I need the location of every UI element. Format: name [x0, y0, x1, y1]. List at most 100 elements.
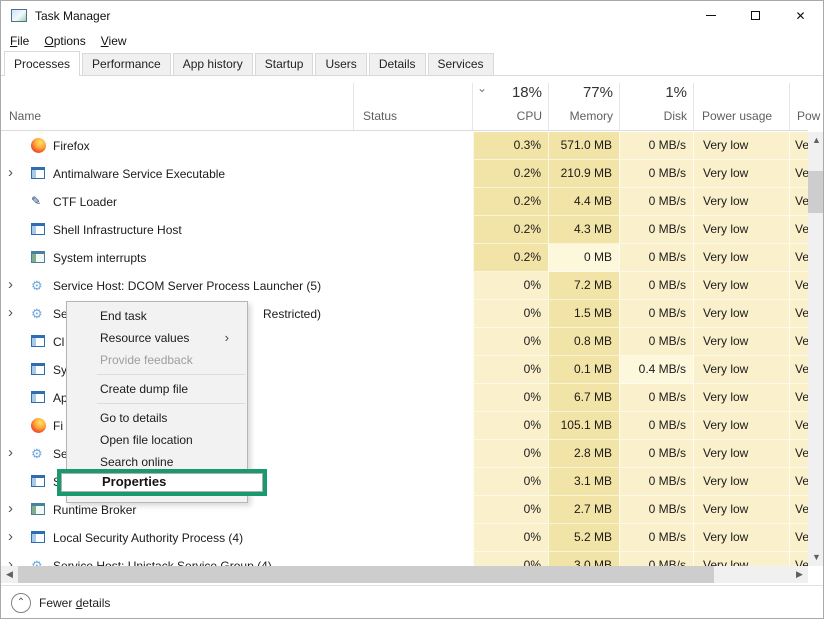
power-usage-cell: Very low	[693, 300, 789, 328]
disk-cell: 0 MB/s	[619, 132, 693, 160]
horizontal-scrollbar-thumb[interactable]	[18, 566, 714, 583]
menu-item-open-file-location[interactable]: Open file location	[67, 429, 247, 451]
maximize-icon	[751, 11, 760, 20]
process-name: Local Security Authority Process (4)	[53, 524, 243, 552]
scroll-left-icon[interactable]: ◀	[1, 566, 18, 583]
cpu-cell: 0%	[473, 300, 548, 328]
tab-services[interactable]: Services	[428, 53, 494, 75]
table-row[interactable]: ›Local Security Authority Process (4)0%5…	[1, 524, 808, 552]
cpu-cell: 0%	[473, 356, 548, 384]
scroll-down-icon[interactable]: ▼	[808, 549, 824, 566]
title-bar: Task Manager ✕	[1, 1, 823, 30]
tab-processes[interactable]: Processes	[4, 51, 80, 76]
column-header-disk[interactable]: Disk	[619, 109, 687, 123]
memory-cell: 2.8 MB	[548, 440, 619, 468]
table-row[interactable]: ›⚙Service Host: DCOM Server Process Laun…	[1, 272, 808, 300]
tab-app-history[interactable]: App history	[173, 53, 253, 75]
menu-separator	[97, 374, 245, 375]
cpu-cell: 0%	[473, 440, 548, 468]
table-row[interactable]: ›⚙Service Host: Unistack Service Group (…	[1, 552, 808, 566]
menu-options[interactable]: Options	[44, 34, 85, 48]
disk-cell: 0 MB/s	[619, 552, 693, 566]
minimize-button[interactable]	[688, 1, 733, 30]
cpu-cell: 0.2%	[473, 160, 548, 188]
menu-item-resource-values[interactable]: Resource values›	[67, 327, 247, 349]
expand-chevron-icon[interactable]: ›	[8, 496, 13, 524]
memory-cell: 3.1 MB	[548, 468, 619, 496]
power-trend-cell: Ve	[789, 524, 808, 552]
power-trend-cell: Ve	[789, 300, 808, 328]
process-name: Antimalware Service Executable	[53, 160, 225, 188]
header-separator	[789, 83, 790, 130]
power-trend-cell: Ve	[789, 468, 808, 496]
menu-item-end-task[interactable]: End task	[67, 305, 247, 327]
close-button[interactable]: ✕	[778, 1, 823, 30]
menu-separator	[97, 403, 245, 404]
vertical-scrollbar-thumb[interactable]	[808, 171, 824, 213]
column-header-memory[interactable]: Memory	[548, 109, 613, 123]
process-name: Service Host: DCOM Server Process Launch…	[53, 272, 321, 300]
table-row[interactable]: ›Antimalware Service Executable0.2%210.9…	[1, 160, 808, 188]
disk-cell: 0 MB/s	[619, 524, 693, 552]
column-header-cpu[interactable]: CPU	[473, 109, 542, 123]
fewer-details-toggle[interactable]: ⌃ Fewer details	[11, 586, 110, 619]
expand-chevron-icon[interactable]: ›	[8, 300, 13, 328]
tab-startup[interactable]: Startup	[255, 53, 314, 75]
table-row[interactable]: ✎CTF Loader0.2%4.4 MB0 MB/sVery lowVe	[1, 188, 808, 216]
fewer-details-label: Fewer details	[39, 596, 110, 610]
table-row[interactable]: Shell Infrastructure Host0.2%4.3 MB0 MB/…	[1, 216, 808, 244]
properties-menu-item-highlighted[interactable]: Properties	[57, 469, 267, 496]
expand-chevron-icon[interactable]: ›	[8, 160, 13, 188]
disk-cell: 0 MB/s	[619, 384, 693, 412]
firefox-icon	[31, 418, 46, 433]
table-header: ⌄ Name Status CPU Memory Disk Power usag…	[1, 77, 808, 131]
minimize-icon	[706, 15, 716, 16]
window-icon	[31, 335, 45, 347]
expand-chevron-icon[interactable]: ›	[8, 440, 13, 468]
power-trend-cell: Ve	[789, 328, 808, 356]
menu-file[interactable]: File	[10, 34, 29, 48]
cpu-cell: 0%	[473, 328, 548, 356]
header-separator	[693, 83, 694, 130]
expand-chevron-icon[interactable]: ›	[8, 524, 13, 552]
scroll-up-icon[interactable]: ▲	[808, 132, 824, 149]
disk-cell: 0 MB/s	[619, 244, 693, 272]
memory-cell: 3.0 MB	[548, 552, 619, 566]
gear-icon: ⚙	[31, 307, 43, 320]
window-title: Task Manager	[35, 9, 110, 23]
close-icon: ✕	[795, 10, 805, 22]
column-header-status[interactable]: Status	[363, 109, 397, 123]
power-trend-cell: Ve	[789, 552, 808, 566]
power-usage-cell: Very low	[693, 132, 789, 160]
menu-item-create-dump-file[interactable]: Create dump file	[67, 378, 247, 400]
power-usage-cell: Very low	[693, 524, 789, 552]
expand-chevron-icon[interactable]: ›	[8, 272, 13, 300]
memory-cell: 105.1 MB	[548, 412, 619, 440]
table-row[interactable]: Firefox0.3%571.0 MB0 MB/sVery lowVe	[1, 132, 808, 160]
memory-total: 77%	[548, 84, 613, 101]
tab-users[interactable]: Users	[315, 53, 366, 75]
power-trend-cell: Ve	[789, 440, 808, 468]
firefox-icon	[31, 138, 46, 153]
tab-performance[interactable]: Performance	[82, 53, 171, 75]
window-icon	[31, 223, 45, 235]
column-header-power[interactable]: Power usage	[702, 109, 772, 123]
vertical-scrollbar[interactable]: ▲ ▼	[808, 132, 824, 566]
table-row[interactable]: System interrupts0.2%0 MB0 MB/sVery lowV…	[1, 244, 808, 272]
power-usage-cell: Very low	[693, 440, 789, 468]
column-header-name[interactable]: Name	[9, 109, 41, 123]
footer-bar: ⌃ Fewer details End task	[1, 585, 824, 619]
scroll-right-icon[interactable]: ▶	[791, 566, 808, 583]
horizontal-scrollbar[interactable]: ◀ ▶	[1, 566, 808, 583]
process-name: Service Host: Unistack Service Group (4)	[53, 552, 272, 566]
menu-view[interactable]: View	[101, 34, 127, 48]
maximize-button[interactable]	[733, 1, 778, 30]
process-name: Firefox	[53, 132, 90, 160]
disk-cell: 0.4 MB/s	[619, 356, 693, 384]
menu-item-go-to-details[interactable]: Go to details	[67, 407, 247, 429]
tab-details[interactable]: Details	[369, 53, 426, 75]
column-header-power-trend[interactable]: Pow	[797, 109, 820, 123]
menu-bar: File Options View	[1, 30, 823, 51]
expand-chevron-icon[interactable]: ›	[8, 552, 13, 566]
window-icon	[31, 391, 45, 403]
